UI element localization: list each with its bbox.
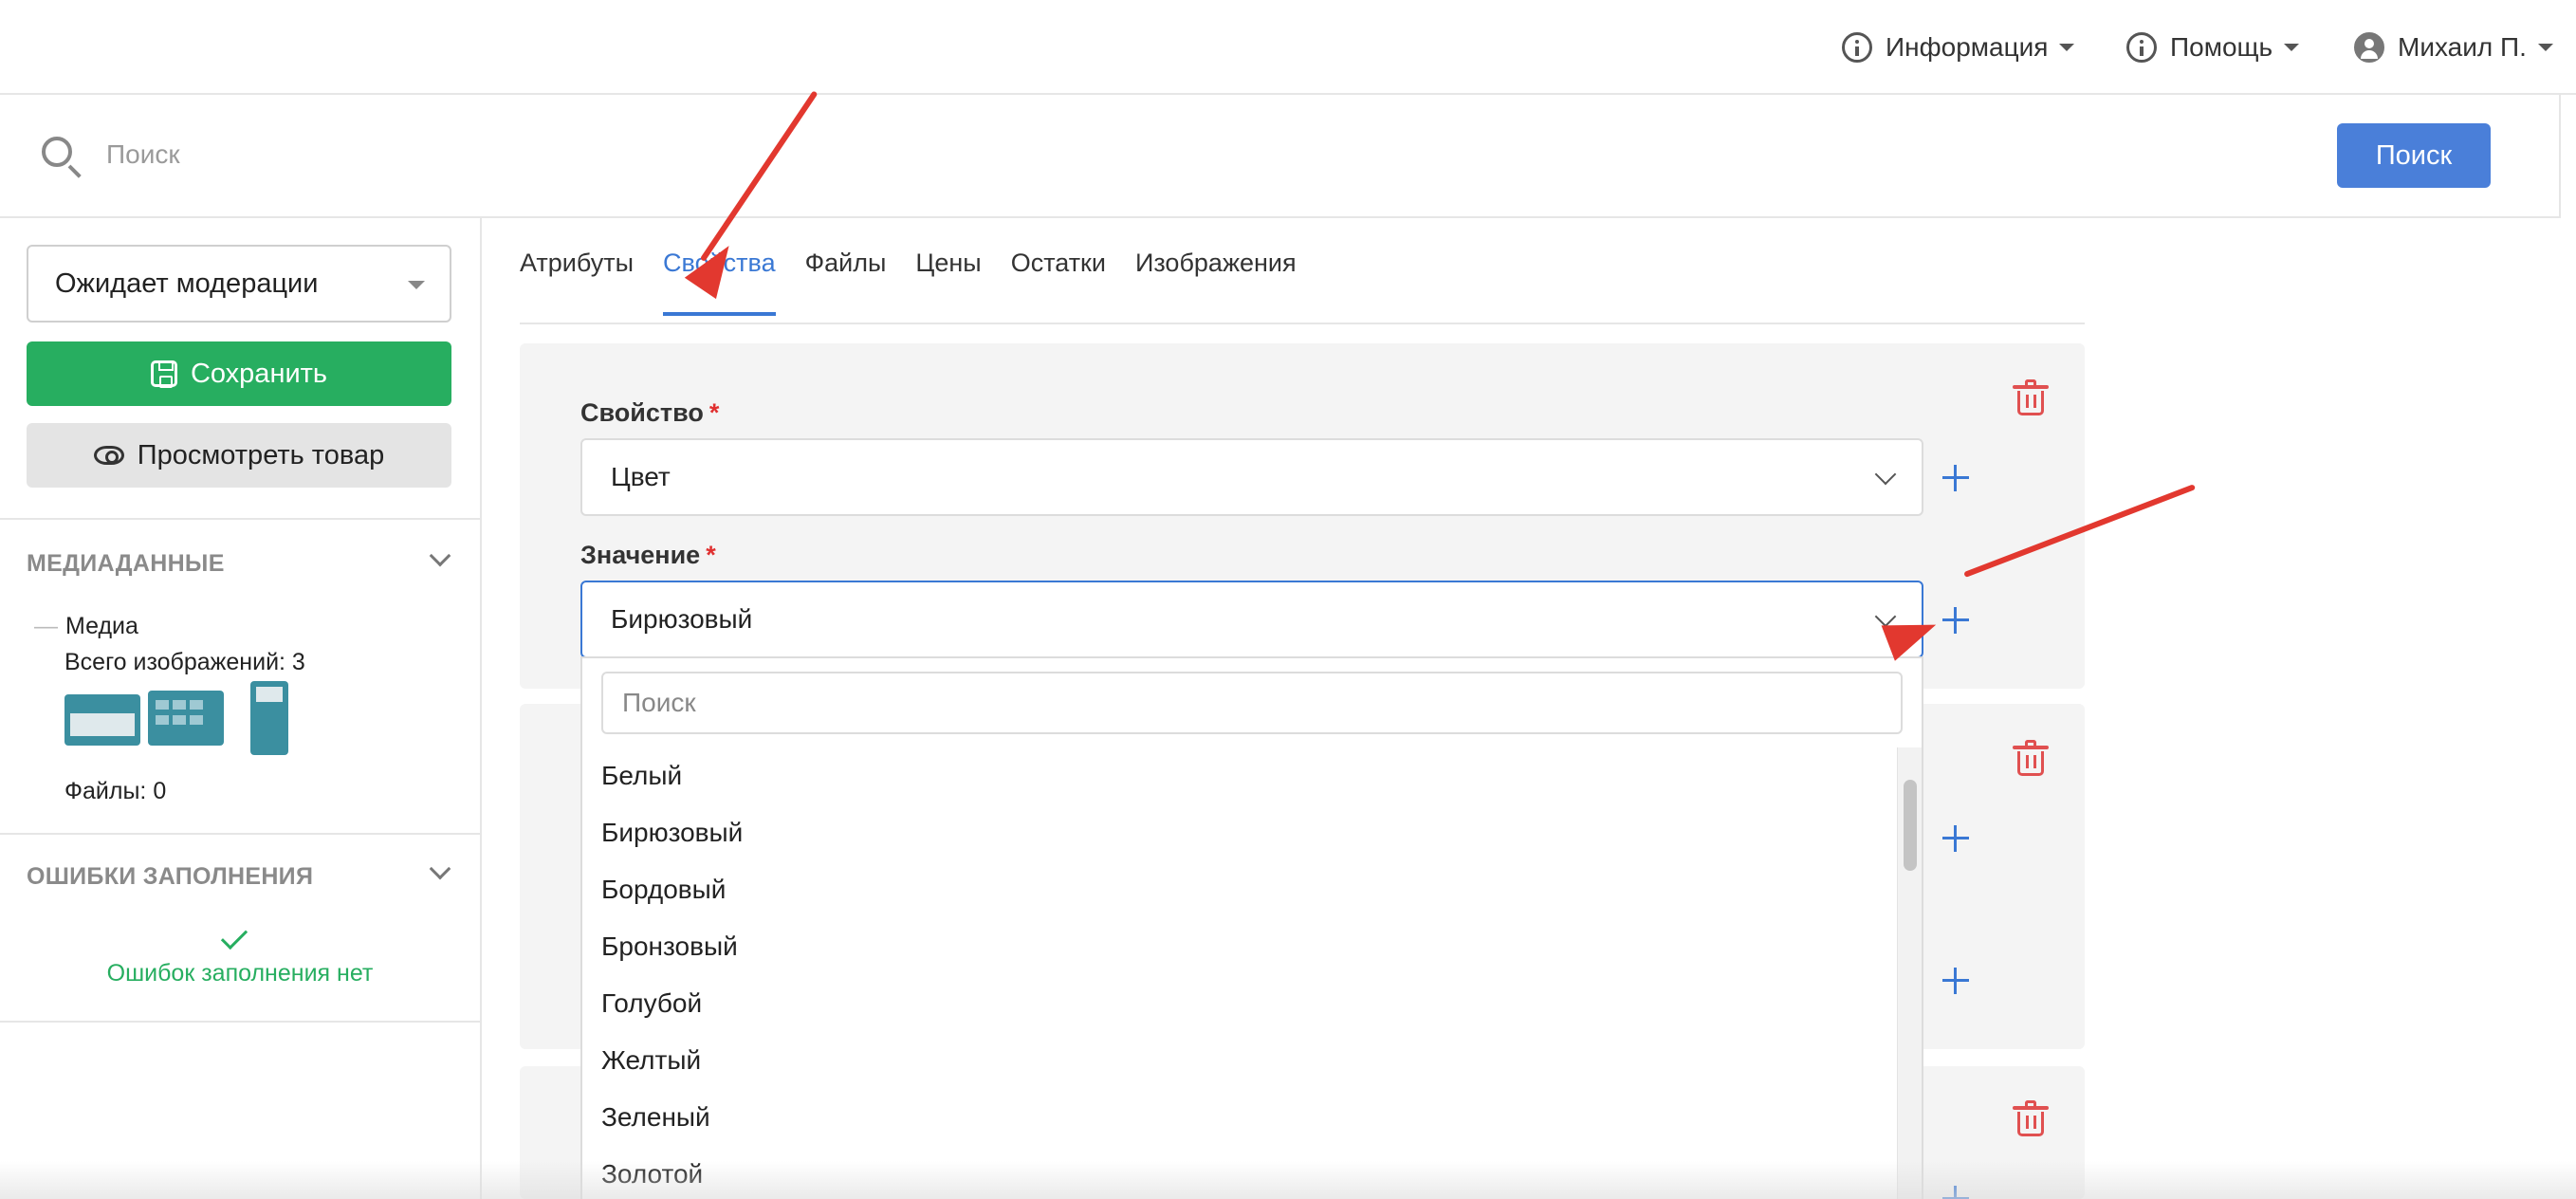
add-property-icon[interactable] <box>1942 1186 1969 1199</box>
info-menu[interactable]: Информация <box>1842 32 2075 63</box>
dropdown-option[interactable]: Бордовый <box>582 861 1897 918</box>
divider <box>0 1021 480 1023</box>
files-count: Файлы: 0 <box>64 778 167 804</box>
add-property-icon[interactable] <box>1942 825 1969 852</box>
dropdown-option[interactable]: Бронзовый <box>582 918 1897 975</box>
add-value-icon[interactable] <box>1942 607 1969 634</box>
dropdown-search-input[interactable] <box>601 672 1903 734</box>
trash-icon[interactable] <box>2013 1100 2049 1136</box>
user-menu-label: Михаил П. <box>2398 32 2527 62</box>
scrollbar-thumb[interactable] <box>1904 780 1917 871</box>
add-value-icon[interactable] <box>1942 968 1969 994</box>
dropdown-options: Белый Бирюзовый Бордовый Бронзовый Голуб… <box>582 747 1897 1199</box>
checkmark-icon <box>220 922 248 950</box>
info-icon <box>2126 32 2157 63</box>
chevron-down-icon[interactable] <box>429 858 451 880</box>
info-menu-label: Информация <box>1886 32 2049 62</box>
info-icon <box>1842 32 1872 63</box>
value-dropdown: Белый Бирюзовый Бордовый Бронзовый Голуб… <box>580 656 1923 1199</box>
divider <box>0 518 480 520</box>
media-section-heading: МЕДИАДАННЫЕ <box>27 550 225 577</box>
trash-icon[interactable] <box>2013 379 2049 415</box>
add-property-icon[interactable] <box>1942 465 1969 491</box>
preview-button-label: Просмотреть товар <box>137 439 385 470</box>
value-select[interactable]: Бирюзовый <box>580 581 1923 658</box>
search-bar: Поиск <box>0 95 2561 218</box>
user-avatar-icon <box>2354 32 2384 63</box>
top-bar: Информация Помощь Михаил П. <box>0 0 2576 95</box>
user-menu[interactable]: Михаил П. <box>2354 32 2553 63</box>
trash-icon[interactable] <box>2013 740 2049 776</box>
value-field-label: Значение * <box>580 541 716 569</box>
caret-down-icon <box>2059 44 2075 51</box>
preview-product-button[interactable]: Просмотреть товар <box>27 423 451 488</box>
property-field-label: Свойство * <box>580 398 720 427</box>
status-select-value: Ожидает модерации <box>55 268 319 299</box>
floppy-disk-icon <box>150 360 177 388</box>
tab-bar: Атрибуты Свойства Файлы Цены Остатки Изо… <box>520 249 1326 316</box>
value-select-value: Бирюзовый <box>611 604 753 634</box>
tab-images[interactable]: Изображения <box>1135 249 1297 316</box>
required-mark: * <box>708 398 720 427</box>
save-button-label: Сохранить <box>190 358 328 389</box>
sidebar: Ожидает модерации Сохранить Просмотреть … <box>0 218 482 1199</box>
dropdown-option[interactable]: Золотой <box>582 1146 1897 1199</box>
chevron-down-icon <box>1874 463 1897 486</box>
help-menu[interactable]: Помощь <box>2126 32 2300 63</box>
help-menu-label: Помощь <box>2170 32 2273 62</box>
media-thumbnail[interactable] <box>250 681 288 755</box>
media-label: Медиа <box>65 613 138 639</box>
tab-stock[interactable]: Остатки <box>1011 249 1106 316</box>
save-button[interactable]: Сохранить <box>27 341 451 406</box>
tab-files[interactable]: Файлы <box>805 249 887 316</box>
property-select[interactable]: Цвет <box>580 438 1923 516</box>
media-tree-item[interactable]: — Медиа <box>34 613 138 640</box>
errors-section-heading: ОШИБКИ ЗАПОЛНЕНИЯ <box>27 863 314 890</box>
chevron-down-icon[interactable] <box>429 544 451 567</box>
status-select[interactable]: Ожидает модерации <box>27 245 451 323</box>
dropdown-option[interactable]: Белый <box>582 747 1897 804</box>
tabs-divider <box>520 323 2085 324</box>
tab-prices[interactable]: Цены <box>915 249 981 316</box>
no-errors-message: Ошибок заполнения нет <box>106 960 374 987</box>
dropdown-option[interactable]: Зеленый <box>582 1089 1897 1146</box>
media-thumbnail[interactable] <box>64 694 140 746</box>
search-icon <box>42 137 72 167</box>
caret-down-icon <box>2284 44 2300 51</box>
divider <box>0 833 480 835</box>
caret-down-icon <box>2537 44 2553 51</box>
search-input[interactable] <box>106 131 1244 178</box>
dropdown-scrollbar[interactable] <box>1897 747 1922 1199</box>
search-button[interactable]: Поиск <box>2337 123 2491 188</box>
media-thumbnail[interactable] <box>148 691 224 746</box>
media-count: Всего изображений: 3 <box>64 649 305 675</box>
dropdown-option[interactable]: Желтый <box>582 1032 1897 1089</box>
property-select-value: Цвет <box>611 462 671 491</box>
eye-icon <box>93 446 124 465</box>
required-mark: * <box>706 541 716 569</box>
caret-down-icon <box>408 281 425 289</box>
tab-attributes[interactable]: Атрибуты <box>520 249 634 316</box>
dropdown-option[interactable]: Бирюзовый <box>582 804 1897 861</box>
dropdown-option[interactable]: Голубой <box>582 975 1897 1032</box>
